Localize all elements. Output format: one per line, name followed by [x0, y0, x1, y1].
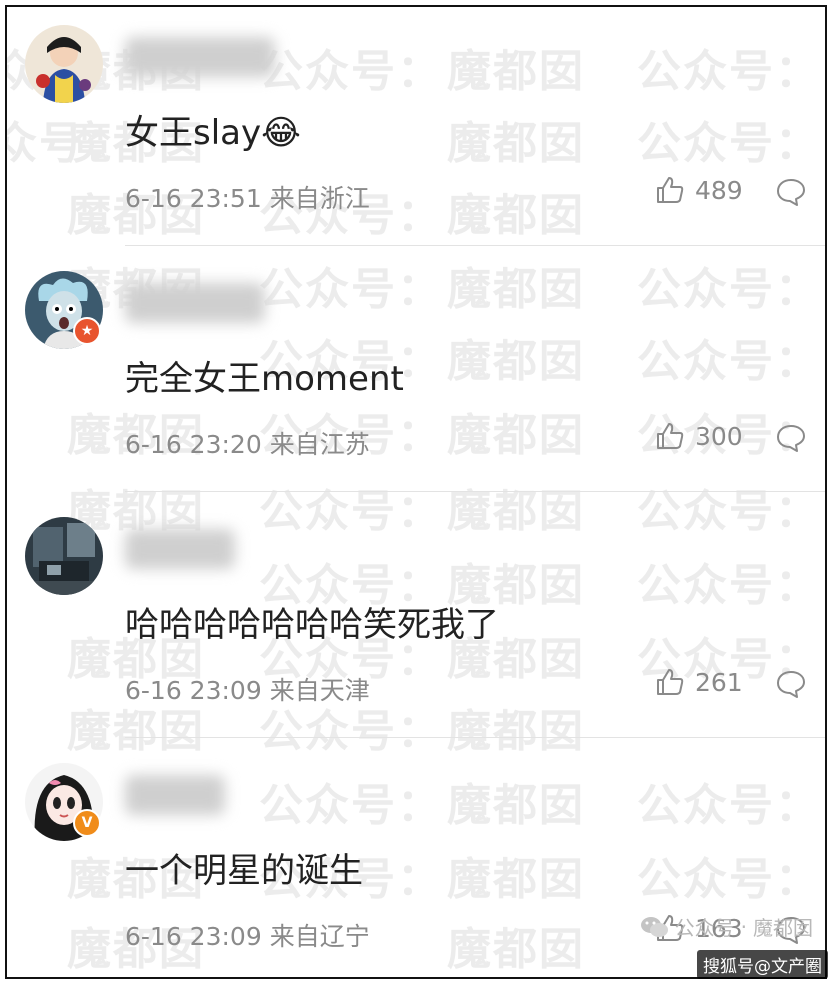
watermark-text: 魔都囡: [447, 780, 585, 831]
comment-location: 来自浙江: [269, 184, 370, 213]
watermark-text: 魔都囡: [447, 190, 585, 241]
watermark-text: 公众号：: [637, 118, 821, 169]
like-count: 489: [695, 175, 743, 205]
username-blurred: [125, 529, 235, 569]
watermark-text: 魔都囡: [447, 46, 585, 97]
watermark-text: 公众号：: [637, 46, 821, 97]
like-count: 300: [695, 421, 743, 451]
reply-button[interactable]: [775, 177, 807, 211]
comment-location: 来自辽宁: [269, 922, 370, 951]
watermark-text: 公众号：: [637, 264, 821, 315]
reply-button[interactable]: [775, 669, 807, 703]
watermark-text: 公众号：: [637, 486, 821, 537]
comment-date: 6-16 23:51: [125, 184, 262, 213]
watermark-text: 魔都囡: [447, 854, 585, 905]
separator: ·: [740, 914, 747, 939]
comment-bubble-icon: [777, 425, 805, 452]
divider: [125, 737, 825, 738]
watermark-text: 公众号：: [637, 854, 821, 905]
comment-location: 来自天津: [269, 676, 370, 705]
watermark-text: 魔都囡: [447, 264, 585, 315]
reply-button[interactable]: [775, 423, 807, 457]
like-count: 261: [695, 667, 743, 697]
watermark-text: 公众号：: [259, 780, 443, 831]
watermark-text: 魔都囡: [447, 410, 585, 461]
account-label: 公众号: [674, 916, 735, 940]
comment-location: 来自江苏: [269, 430, 370, 459]
comment-text: 哈哈哈哈哈哈哈笑死我了: [125, 605, 499, 645]
comment-bubble-icon: [777, 671, 805, 698]
comment-text: 一个明星的诞生: [125, 851, 363, 891]
wechat-icon: [640, 916, 668, 937]
username-blurred: [125, 283, 265, 323]
thumbs-up-icon: [657, 177, 684, 203]
badge-icon: ★: [73, 317, 101, 345]
like-button[interactable]: 300: [655, 421, 743, 451]
like-button[interactable]: 489: [655, 175, 743, 205]
watermark-text: 公众号：: [259, 486, 443, 537]
like-button[interactable]: 261: [655, 667, 743, 697]
username-blurred: [125, 37, 275, 77]
comment-date: 6-16 23:09: [125, 676, 262, 705]
thumbs-up-icon: [657, 423, 684, 449]
comment-meta: 6-16 23:20 来自江苏: [125, 425, 370, 461]
watermark-text: 公众号：: [259, 264, 443, 315]
avatar[interactable]: [25, 517, 103, 595]
account-watermark: 公众号 · 魔都囡: [639, 912, 813, 941]
comment-date: 6-16 23:09: [125, 922, 262, 951]
comment-screenshot: 公众号： 魔都囡 公众号： 魔都囡 公众号： 公众号： 魔都囡 魔都囡 公众号：…: [5, 5, 827, 979]
account-name: 魔都囡: [753, 916, 813, 940]
watermark-text: 公众号：: [7, 118, 131, 169]
comment-bubble-icon: [777, 179, 805, 206]
verified-badge-icon: V: [73, 809, 101, 837]
watermark-text: 魔都囡: [447, 118, 585, 169]
divider: [125, 491, 825, 492]
watermark-text: 魔都囡: [447, 486, 585, 537]
divider: [125, 245, 825, 246]
comment-meta: 6-16 23:09 来自天津: [125, 671, 370, 707]
username-blurred: [125, 775, 225, 815]
thumbs-up-icon: [657, 669, 684, 695]
comment-meta: 6-16 23:51 来自浙江: [125, 179, 370, 215]
watermark-text: 公众号：: [259, 46, 443, 97]
watermark-text: 魔都囡: [447, 924, 585, 975]
avatar[interactable]: [25, 25, 103, 103]
watermark-text: 魔都囡: [447, 336, 585, 387]
watermark-text: 公众号：: [637, 560, 821, 611]
watermark-text: 魔都囡: [447, 706, 585, 757]
comment-meta: 6-16 23:09 来自辽宁: [125, 917, 370, 953]
comment-date: 6-16 23:20: [125, 430, 262, 459]
comment-text: 完全女王moment: [125, 359, 404, 399]
watermark-text: 公众号：: [637, 780, 821, 831]
watermark-text: 公众号：: [637, 336, 821, 387]
source-watermark: 搜狐号@文产圈: [697, 950, 828, 979]
comment-text: 女王slay😂: [125, 113, 301, 153]
